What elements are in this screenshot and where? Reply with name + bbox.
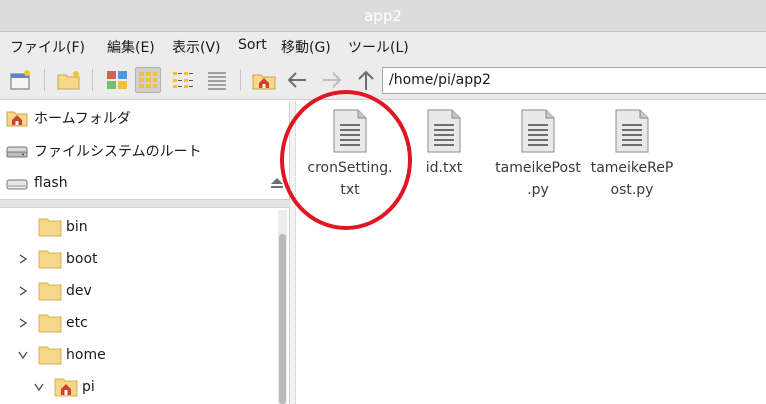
toolbar-separator <box>240 69 241 91</box>
menu-go[interactable]: 移動(G) <box>281 37 331 57</box>
drive-icon <box>6 142 28 160</box>
back-arrow-icon[interactable] <box>284 67 310 93</box>
home-icon[interactable] <box>251 67 277 93</box>
title-bar[interactable]: app2 <box>0 0 766 32</box>
removable-drive-icon <box>6 174 28 192</box>
toolbar-separator <box>44 69 45 91</box>
tree-item-boot[interactable]: boot <box>16 244 98 274</box>
place-flash[interactable]: flash <box>0 168 290 198</box>
collapse-arrow-icon[interactable] <box>16 348 30 362</box>
place-label: flash <box>34 175 68 191</box>
folder-icon <box>38 281 62 301</box>
file-item[interactable]: tameikeReP ost.py <box>585 109 679 201</box>
tree-label: pi <box>82 379 95 395</box>
menu-view[interactable]: 表示(V) <box>172 37 221 57</box>
tree-label: etc <box>66 315 88 331</box>
place-label: ホームフォルダ <box>34 111 131 127</box>
thumbnail-view-icon[interactable] <box>104 67 130 93</box>
pane-splitter[interactable] <box>0 199 290 208</box>
text-file-icon <box>521 109 555 153</box>
directory-tree: bin boot dev etc home pi <box>0 208 290 404</box>
folder-icon <box>38 217 62 237</box>
path-input[interactable]: /home/pi/app2 <box>382 67 766 94</box>
collapse-arrow-icon[interactable] <box>32 380 46 394</box>
menu-file[interactable]: ファイル(F) <box>10 37 85 57</box>
places-pane: ホームフォルダ ファイルシステムのルート flash <box>0 101 290 199</box>
toolbar-separator <box>92 69 93 91</box>
expand-arrow-icon[interactable] <box>16 316 30 330</box>
place-home-folder[interactable]: ホームフォルダ <box>0 103 290 133</box>
tree-label: dev <box>66 283 92 299</box>
folder-icon <box>38 249 62 269</box>
highlight-circle <box>280 90 412 230</box>
file-item[interactable]: tameikePost .py <box>491 109 585 201</box>
place-filesystem-root[interactable]: ファイルシステムのルート <box>0 136 290 166</box>
menu-edit[interactable]: 編集(E) <box>107 37 155 57</box>
tree-label: boot <box>66 251 98 267</box>
tree-label: home <box>66 347 106 363</box>
text-file-icon <box>427 109 461 153</box>
menu-tools[interactable]: ツール(L) <box>348 37 409 57</box>
home-folder-icon <box>6 109 28 127</box>
menu-sort[interactable]: Sort <box>238 37 267 53</box>
window-title: app2 <box>364 7 402 25</box>
tree-scrollbar[interactable] <box>278 210 287 404</box>
new-window-icon[interactable] <box>8 67 34 93</box>
tree-label: bin <box>66 219 88 235</box>
expand-arrow-icon[interactable] <box>16 284 30 298</box>
tree-item-dev[interactable]: dev <box>16 276 92 306</box>
icon-view-icon[interactable] <box>135 67 161 93</box>
expand-arrow-icon[interactable] <box>16 252 30 266</box>
tree-item-bin[interactable]: bin <box>16 212 88 242</box>
home-folder-icon <box>54 377 78 397</box>
toolbar: /home/pi/app2 <box>0 60 766 100</box>
file-name: tameikePost .py <box>495 160 581 198</box>
tree-item-etc[interactable]: etc <box>16 308 88 338</box>
list-view-icon[interactable] <box>204 67 230 93</box>
file-name: tameikeReP ost.py <box>590 160 674 198</box>
text-file-icon <box>615 109 649 153</box>
folder-icon <box>38 313 62 333</box>
place-label: ファイルシステムのルート <box>34 144 202 160</box>
forward-arrow-icon[interactable] <box>319 67 345 93</box>
scrollbar-thumb[interactable] <box>279 234 286 404</box>
tree-item-pi[interactable]: pi <box>32 372 95 402</box>
up-arrow-icon[interactable] <box>353 67 379 93</box>
new-folder-icon[interactable] <box>56 67 82 93</box>
tree-item-home[interactable]: home <box>16 340 106 370</box>
compact-view-icon[interactable] <box>170 67 196 93</box>
menu-bar: ファイル(F) 編集(E) 表示(V) Sort 移動(G) ツール(L) <box>0 32 766 60</box>
folder-icon <box>38 345 62 365</box>
